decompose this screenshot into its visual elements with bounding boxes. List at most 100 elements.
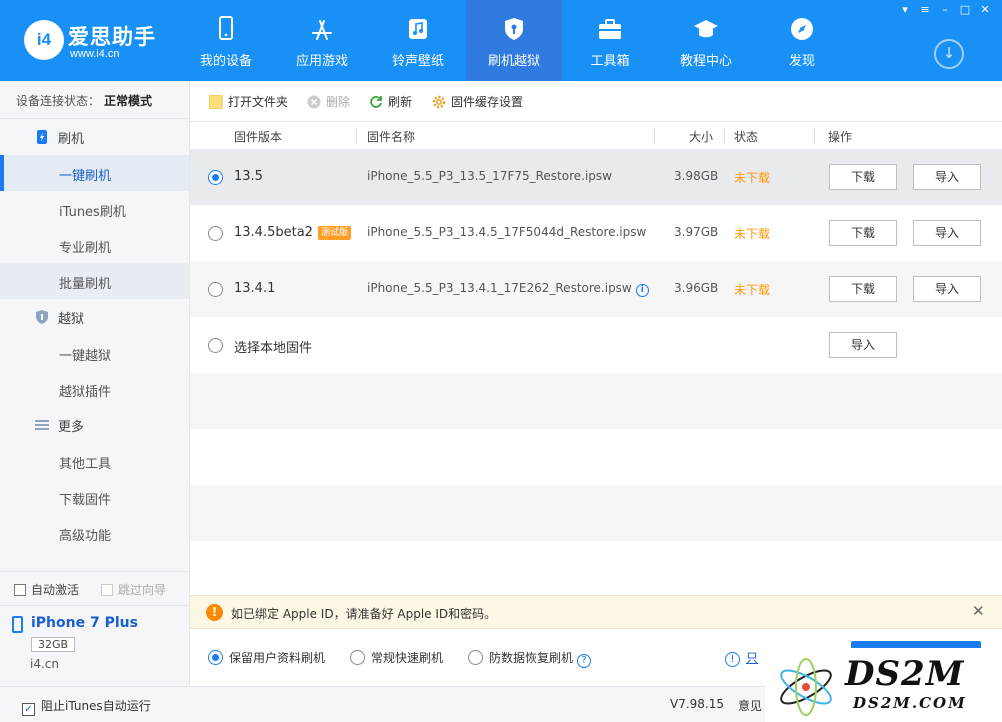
logo-name: 爱思助手 [68,25,156,49]
folder-icon [209,95,223,109]
nav-tutorials[interactable]: 教程中心 [658,0,754,81]
sidebar-group-label: 更多 [58,420,85,435]
close-icon[interactable]: ✕ [978,4,992,16]
nav-toolbox[interactable]: 工具箱 [562,0,658,81]
jailbreak-shield-icon [36,310,48,324]
delete-icon [307,95,321,109]
connection-status-label: 设备连接状态： [16,94,101,108]
header-status: 状态 [734,130,759,144]
sidebar-item-batch-flash[interactable]: 批量刷机 [0,263,189,299]
firmware-radio[interactable] [208,282,223,297]
music-icon [409,19,427,39]
empty-row [190,485,1002,541]
notice-message: 如已绑定 Apple ID，请准备好 Apple ID和密码。 [231,607,497,621]
option-keep-data[interactable]: 保留用户资料刷机 [208,649,325,666]
nav-flash-jailbreak[interactable]: 刷机越狱 [466,0,562,81]
firmware-status: 未下载 [734,171,771,185]
column-separator [814,128,815,144]
help-icon[interactable]: ? [577,654,592,668]
empty-row [190,541,1002,595]
table-row[interactable]: 13.5 iPhone_5.5_P3_13.5_17F75_Restore.ip… [190,149,1002,205]
sidebar-group-jailbreak[interactable]: 越狱 [0,299,189,335]
flash-icon [37,130,47,144]
import-local-button[interactable]: 导入 [829,332,897,358]
info-icon[interactable]: i [635,284,649,297]
sidebar-item-advanced[interactable]: 高级功能 [0,515,189,551]
sidebar-group-more[interactable]: 更多 [0,407,189,443]
nav-label: 刷机越狱 [487,54,540,69]
sidebar-item-other-tools[interactable]: 其他工具 [0,443,189,479]
block-itunes-checkbox[interactable]: ✓ 阻止iTunes自动运行 [22,697,151,716]
firmware-radio[interactable] [208,338,223,353]
refresh-button[interactable]: 刷新 [369,93,412,110]
empty-row [190,429,1002,485]
table-row[interactable]: 13.4.5beta2 测试版 iPhone_5.5_P3_13.4.5_17F5… [190,205,1002,261]
firmware-filename-cell: iPhone_5.5_P3_13.4.1_17E262_Restore.ipsw… [367,281,649,297]
import-button[interactable]: 导入 [913,220,981,246]
nav-ringtones-wallpapers[interactable]: 铃声壁纸 [370,0,466,81]
sidebar-group-flash[interactable]: 刷机 [0,119,189,155]
download-button[interactable]: 下载 [829,164,897,190]
nav-label: 教程中心 [679,54,732,69]
delete-label: 删除 [326,95,351,109]
divider [0,605,189,606]
nav-discover[interactable]: 发现 [754,0,850,81]
minimize-icon[interactable]: – [938,4,952,16]
app-store-icon [312,20,332,40]
nav-my-device[interactable]: 我的设备 [178,0,274,81]
open-folder-button[interactable]: 打开文件夹 [209,93,288,110]
firmware-version-cell: 13.4.5beta2 测试版 [234,225,351,240]
nav-apps-games[interactable]: 应用游戏 [274,0,370,81]
auto-activate-checkbox[interactable]: 自动激活 [14,581,79,598]
download-button[interactable]: 下载 [829,220,897,246]
download-button[interactable]: 下载 [829,276,897,302]
watermark: DS2M DS2M.COM [765,648,1002,722]
option-quick-flash[interactable]: 常规快速刷机 [350,649,443,666]
firmware-filename: iPhone_5.5_P3_13.5_17F75_Restore.ipsw [367,169,612,183]
nav-label: 发现 [788,54,815,69]
column-separator [724,128,725,144]
skin-icon[interactable]: ▾ [898,4,912,16]
sidebar-item-jailbreak-plugins[interactable]: 越狱插件 [0,371,189,407]
local-firmware-label: 选择本地固件 [234,341,313,356]
firmware-radio[interactable] [208,226,223,241]
sidebar-item-pro-flash[interactable]: 专业刷机 [0,227,189,263]
toolbox-icon [599,19,621,39]
graduation-cap-icon [694,20,718,38]
download-manager-icon[interactable]: ↓ [934,39,964,69]
logo-url: www.i4.cn [70,48,120,60]
divider [0,571,189,572]
feedback-link[interactable]: 意见 [738,697,762,714]
delete-button[interactable]: 删除 [307,93,350,110]
radio-selected [208,650,223,665]
firmware-status: 未下载 [734,227,771,241]
skip-guide-checkbox[interactable]: 跳过向导 [101,581,166,598]
close-notice-icon[interactable]: ✕ [972,602,985,620]
firmware-size: 3.98GB [674,169,719,183]
option-anti-recovery[interactable]: 防数据恢复刷机? [468,649,592,668]
nav-label: 我的设备 [199,54,252,69]
sidebar-item-one-click-flash[interactable]: 一键刷机 [0,155,189,191]
option-label: 保留用户资料刷机 [229,651,326,665]
import-button[interactable]: 导入 [913,276,981,302]
checkbox-label: 跳过向导 [118,583,167,597]
table-row[interactable]: 13.4.1 iPhone_5.5_P3_13.4.1_17E262_Resto… [190,261,1002,317]
tip-link[interactable]: ! 只 [725,649,758,667]
firmware-status: 未下载 [734,283,771,297]
firmware-size: 3.96GB [674,281,719,295]
menu-icon[interactable]: ≡ [918,4,932,16]
connection-status: 设备连接状态： 正常模式 [0,81,189,119]
sidebar-item-download-firmware[interactable]: 下载固件 [0,479,189,515]
cache-settings-button[interactable]: 固件缓存设置 [432,93,523,110]
maximize-icon[interactable]: □ [958,4,972,16]
sidebar-item-itunes-flash[interactable]: iTunes刷机 [0,191,189,227]
gear-icon [432,95,446,109]
table-row-local-firmware[interactable]: 选择本地固件 导入 [190,317,1002,373]
firmware-radio[interactable] [208,170,223,185]
compass-icon [791,18,813,40]
radio [350,650,365,665]
sidebar-item-one-click-jailbreak[interactable]: 一键越狱 [0,335,189,371]
import-button[interactable]: 导入 [913,164,981,190]
logo-badge-icon: i4 [24,20,64,60]
info-icon: ! [725,652,740,667]
